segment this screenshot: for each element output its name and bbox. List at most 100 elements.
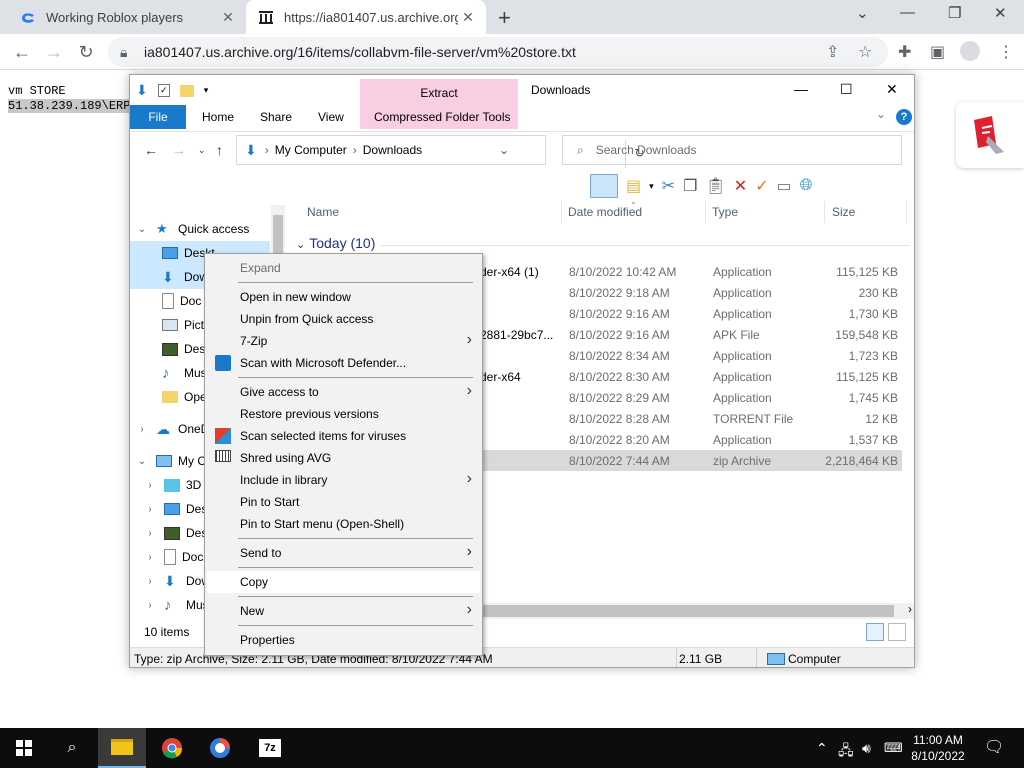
minimize-icon[interactable]: — xyxy=(794,81,808,97)
notifications-icon[interactable]: 🗨︎ xyxy=(984,737,1004,757)
taskbar-7zip[interactable]: 7z xyxy=(246,728,294,768)
navigation-pane-icon[interactable] xyxy=(590,174,618,198)
tab-file[interactable]: File xyxy=(130,105,186,129)
close-tab-icon[interactable]: ✕ xyxy=(458,9,478,26)
column-size[interactable]: Size xyxy=(832,205,855,227)
column-divider[interactable] xyxy=(906,201,907,223)
volume-icon[interactable]: 🔊︎ xyxy=(862,740,871,757)
reload-icon[interactable]: ↻ xyxy=(74,40,98,64)
folder-options-icon[interactable]: ▤ xyxy=(626,176,641,196)
nav-item-documents-2[interactable]: › Doc xyxy=(144,545,203,569)
properties-check-icon[interactable]: ✓ xyxy=(157,84,170,97)
tab-share[interactable]: Share xyxy=(250,105,302,129)
help-icon[interactable]: ? xyxy=(896,109,912,125)
bookmark-star-icon[interactable]: ☆ xyxy=(858,42,872,62)
network-icon[interactable]: 🖧︎ xyxy=(838,740,854,764)
chevron-right-icon[interactable]: › xyxy=(144,504,156,515)
chevron-right-icon[interactable]: › xyxy=(136,424,148,435)
chevron-up-icon[interactable]: ⌃ xyxy=(816,740,828,757)
back-arrow-icon[interactable]: ← xyxy=(144,142,158,158)
tab-home[interactable]: Home xyxy=(192,105,244,129)
search-input[interactable]: ⌕ Search Downloads xyxy=(562,135,902,165)
extensions-puzzle-icon[interactable]: ✚ xyxy=(898,42,911,62)
chevron-right-icon[interactable]: › xyxy=(144,480,156,491)
tab-archive-org[interactable]: https://ia801407.us.archive.org/1 ✕ xyxy=(246,0,486,34)
nav-item-music-2[interactable]: › ♪ Mus xyxy=(144,593,208,617)
nav-my-computer[interactable]: ⌄ My C xyxy=(136,449,206,473)
nav-item-desktop-4[interactable]: › Desk xyxy=(144,521,213,545)
taskbar-file-explorer[interactable] xyxy=(98,728,146,768)
chevron-down-icon[interactable]: ⌄ xyxy=(499,143,509,157)
nav-item-downloads-2[interactable]: › ⬇ Dow xyxy=(144,569,210,593)
nav-item-desktop-3[interactable]: › Desk xyxy=(144,497,213,521)
chevron-down-icon[interactable]: ⌄ xyxy=(136,456,148,467)
menu-item-send-to[interactable]: Send to › xyxy=(207,542,480,564)
chevron-right-icon[interactable]: › xyxy=(144,600,156,611)
new-folder-icon[interactable] xyxy=(179,84,194,97)
menu-item-include-library[interactable]: Include in library › xyxy=(207,469,480,491)
nav-item-documents[interactable]: Doc xyxy=(162,289,201,313)
up-arrow-icon[interactable]: ↑ xyxy=(216,142,223,158)
dropdown-icon[interactable]: ▾ xyxy=(649,181,654,192)
forward-arrow-icon[interactable]: → xyxy=(42,40,66,64)
breadcrumb[interactable]: ⬇ › My Computer › Downloads ⌄ ↻ xyxy=(236,135,645,168)
delete-icon[interactable]: ✕ xyxy=(734,176,747,196)
column-divider[interactable] xyxy=(561,201,562,223)
restore-icon[interactable]: ❐ xyxy=(948,4,961,22)
nav-quick-access[interactable]: ⌄ ★ Quick access xyxy=(136,217,250,241)
group-header-today[interactable]: ⌄ Today (10) xyxy=(296,235,375,251)
chevron-down-icon[interactable]: ⌄ xyxy=(856,4,869,22)
chevron-right-icon[interactable]: › xyxy=(144,576,156,587)
share-icon[interactable]: ⇪ xyxy=(826,42,839,62)
chevron-down-icon[interactable]: ⌄ xyxy=(296,239,305,251)
recent-locations-icon[interactable]: ⌄ xyxy=(198,145,206,156)
menu-item-properties[interactable]: Properties xyxy=(207,629,480,651)
tab-compressed-folder-tools[interactable]: Compressed Folder Tools xyxy=(364,105,521,129)
breadcrumb-downloads[interactable]: Downloads xyxy=(363,143,422,157)
nav-onedrive[interactable]: › ☁ OneD xyxy=(136,417,209,441)
menu-item-shred-avg[interactable]: Shred using AVG xyxy=(207,447,480,469)
taskbar-chrome[interactable] xyxy=(148,728,196,768)
tab-working-roblox-players[interactable]: Working Roblox players ✕ xyxy=(8,0,246,34)
nav-item-music[interactable]: ♪ Mus xyxy=(162,361,207,385)
taskbar-secure-browser[interactable] xyxy=(196,728,244,768)
menu-item-copy[interactable]: Copy xyxy=(207,571,480,593)
qat-dropdown-icon[interactable]: ▾ xyxy=(204,85,209,96)
start-button[interactable] xyxy=(0,728,48,768)
column-name[interactable]: Name xyxy=(307,205,339,227)
menu-item-unpin-quick-access[interactable]: Unpin from Quick access xyxy=(207,308,480,330)
maximize-icon[interactable]: ☐ xyxy=(840,81,853,98)
back-arrow-icon[interactable]: ← xyxy=(10,40,34,64)
large-icons-view-icon[interactable] xyxy=(888,623,906,641)
column-divider[interactable] xyxy=(824,201,825,223)
close-window-icon[interactable]: ✕ xyxy=(994,4,1007,22)
tab-view[interactable]: View xyxy=(308,105,354,129)
profile-avatar-icon[interactable] xyxy=(960,41,980,61)
input-indicator-icon[interactable]: ⌨ xyxy=(884,740,903,756)
chevron-down-icon[interactable]: ⌄ xyxy=(136,224,148,235)
more-menu-icon[interactable]: ⋮ xyxy=(998,42,1014,62)
chevron-right-icon[interactable]: › xyxy=(144,552,156,563)
details-view-icon[interactable] xyxy=(866,623,884,641)
column-date-modified[interactable]: Date modified xyxy=(568,205,642,227)
search-button[interactable]: ⌕ xyxy=(48,728,96,768)
menu-item-open-new-window[interactable]: Open in new window xyxy=(207,286,480,308)
menu-item-scan-viruses[interactable]: Scan selected items for viruses xyxy=(207,425,480,447)
rename-check-icon[interactable]: ✓ xyxy=(755,176,768,196)
side-panel-icon[interactable]: ▣ xyxy=(930,42,945,62)
forward-arrow-icon[interactable]: → xyxy=(172,142,186,158)
menu-item-new[interactable]: New › xyxy=(207,600,480,622)
new-tab-button[interactable]: + xyxy=(498,5,511,31)
address-bar[interactable]: 🔒︎ ia801407.us.archive.org/16/items/coll… xyxy=(108,37,888,67)
menu-item-pin-start[interactable]: Pin to Start xyxy=(207,491,480,513)
nav-item-pictures[interactable]: Pict xyxy=(162,313,204,337)
menu-item-restore-previous[interactable]: Restore previous versions xyxy=(207,403,480,425)
copy-icon[interactable]: ❐ xyxy=(683,176,697,196)
menu-item-pin-start-openshell[interactable]: Pin to Start menu (Open-Shell) xyxy=(207,513,480,535)
menu-item-scan-defender[interactable]: Scan with Microsoft Defender... xyxy=(207,352,480,374)
menu-item-7zip[interactable]: 7-Zip › xyxy=(207,330,480,352)
paste-icon[interactable]: 📋︎ xyxy=(705,176,725,196)
chevron-right-icon[interactable]: › xyxy=(144,528,156,539)
properties-icon[interactable]: ▭ xyxy=(777,176,792,196)
side-widget[interactable] xyxy=(956,102,1024,168)
